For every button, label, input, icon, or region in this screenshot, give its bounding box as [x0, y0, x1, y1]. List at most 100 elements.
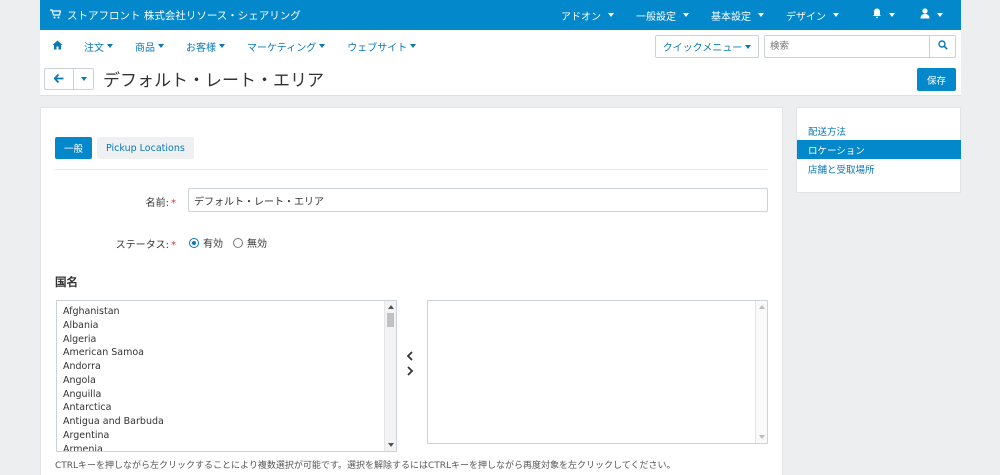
- search-input[interactable]: [765, 36, 930, 57]
- caret-down-icon: [219, 44, 225, 48]
- menu-design-label: デザイン: [786, 11, 826, 23]
- list-item[interactable]: Algeria: [63, 333, 164, 347]
- caret-down-icon: [608, 13, 614, 17]
- user-menu[interactable]: [906, 0, 961, 30]
- side-item-locations[interactable]: ロケーション: [797, 140, 961, 159]
- list-item[interactable]: Antarctica: [63, 401, 164, 415]
- name-label-text: 名前:: [145, 198, 169, 209]
- menu-general-settings-label: 一般設定: [636, 11, 676, 23]
- storefront-link[interactable]: ストアフロント 株式会社リソース・シェアリング: [50, 0, 301, 30]
- caret-down-icon: [833, 13, 839, 17]
- caret-down-icon: [937, 13, 943, 17]
- search-icon: [937, 40, 948, 53]
- save-button[interactable]: 保存: [917, 68, 956, 91]
- page-header: 注文 商品 お客様 マーケティング ウェブサイト クイックメニュー デフォルト・…: [40, 30, 961, 96]
- caret-down-icon: [745, 44, 752, 49]
- nav-marketing-label: マーケティング: [247, 42, 317, 54]
- side-menu: 配送方法 ロケーション 店舗と受取場所: [796, 107, 961, 193]
- scroll-down-icon[interactable]: [388, 443, 394, 447]
- list-item[interactable]: Angola: [63, 374, 164, 388]
- quick-menu-label: クイックメニュー: [662, 43, 743, 54]
- list-item[interactable]: Albania: [63, 319, 164, 333]
- menu-basic-settings-label: 基本設定: [711, 11, 751, 23]
- tab-general[interactable]: 一般: [55, 137, 92, 159]
- nav-website-label: ウェブサイト: [347, 42, 408, 54]
- side-item-shipping-methods[interactable]: 配送方法: [808, 124, 846, 138]
- storefront-label: ストアフロント 株式会社リソース・シェアリング: [67, 9, 301, 22]
- main-nav: 注文 商品 お客様 マーケティング ウェブサイト: [40, 30, 427, 62]
- nav-orders[interactable]: 注文: [73, 39, 124, 54]
- back-button-group: [44, 68, 94, 90]
- main-panel: 一般 Pickup Locations 名前: * デフォルト・レート・エリア ス…: [40, 107, 783, 475]
- menu-addons[interactable]: アドオン: [550, 0, 625, 30]
- name-field-value: デフォルト・レート・エリア: [194, 196, 324, 208]
- radio-unchecked-icon: [233, 237, 243, 248]
- nav-customers[interactable]: お客様: [175, 39, 236, 54]
- caret-down-icon: [889, 13, 895, 17]
- back-button[interactable]: [45, 69, 74, 89]
- required-marker: *: [171, 240, 176, 251]
- tab-bar: 一般 Pickup Locations: [55, 137, 194, 159]
- nav-website[interactable]: ウェブサイト: [336, 39, 427, 54]
- nav-products-label: 商品: [135, 42, 155, 54]
- list-item[interactable]: American Samoa: [63, 346, 164, 360]
- status-active-radio[interactable]: 有効: [189, 235, 223, 250]
- status-inactive-radio[interactable]: 無効: [233, 235, 267, 250]
- status-inactive-label: 無効: [247, 239, 267, 250]
- search-button[interactable]: [929, 36, 955, 57]
- caret-down-icon: [158, 44, 164, 48]
- quick-menu-button[interactable]: クイックメニュー: [655, 35, 759, 58]
- status-label-text: ステータス:: [115, 240, 169, 251]
- cart-icon: [50, 8, 62, 22]
- move-left-icon[interactable]: [406, 351, 414, 363]
- side-item-stores-pickup[interactable]: 店舗と受取場所: [808, 162, 875, 176]
- menu-addons-label: アドオン: [561, 11, 601, 23]
- list-item[interactable]: Afghanistan: [63, 305, 164, 319]
- list-item[interactable]: Antigua and Barbuda: [63, 415, 164, 429]
- scroll-up-icon[interactable]: [759, 305, 765, 309]
- caret-down-icon: [410, 44, 417, 48]
- scroll-down-icon[interactable]: [759, 435, 765, 439]
- list-item[interactable]: Argentina: [63, 429, 164, 443]
- transfer-buttons: [406, 351, 414, 378]
- name-field[interactable]: デフォルト・レート・エリア: [188, 188, 768, 212]
- countries-heading: 国名: [55, 275, 78, 289]
- scrollbar-thumb[interactable]: [387, 313, 394, 327]
- status-active-label: 有効: [203, 239, 223, 250]
- caret-down-icon: [758, 13, 764, 17]
- back-dropdown-button[interactable]: [74, 69, 93, 89]
- list-scrollbar[interactable]: [384, 301, 396, 451]
- menu-general-settings[interactable]: 一般設定: [625, 0, 700, 30]
- page-title: デフォルト・レート・エリア: [103, 71, 324, 91]
- status-field-label: ステータス: *: [81, 236, 176, 251]
- multi-select-hint: CTRLキーを押しながら左クリックすることにより複数選択が可能です。選択を解除す…: [55, 461, 676, 471]
- name-field-label: 名前: *: [101, 194, 176, 209]
- tab-pickup-locations[interactable]: Pickup Locations: [97, 137, 194, 159]
- caret-down-icon: [80, 77, 87, 81]
- user-icon: [920, 8, 930, 22]
- move-right-icon[interactable]: [406, 366, 414, 378]
- caret-down-icon: [319, 44, 326, 48]
- menu-design[interactable]: デザイン: [775, 0, 850, 30]
- home-icon: [52, 40, 63, 53]
- status-radio-group: 有効 無効: [189, 235, 267, 250]
- list-item[interactable]: Armenia: [63, 443, 164, 452]
- notifications-menu[interactable]: [850, 0, 906, 30]
- nav-marketing[interactable]: マーケティング: [236, 39, 336, 54]
- nav-products[interactable]: 商品: [124, 39, 175, 54]
- caret-down-icon: [683, 13, 689, 17]
- bell-icon: [872, 8, 882, 22]
- caret-down-icon: [107, 44, 113, 48]
- list-scrollbar[interactable]: [755, 301, 767, 443]
- menu-basic-settings[interactable]: 基本設定: [700, 0, 775, 30]
- scroll-up-icon[interactable]: [388, 305, 394, 309]
- selected-countries-list[interactable]: [427, 300, 768, 444]
- nav-orders-label: 注文: [84, 42, 104, 54]
- nav-customers-label: お客様: [186, 42, 216, 54]
- list-item[interactable]: Andorra: [63, 360, 164, 374]
- available-countries-list[interactable]: Afghanistan Albania Algeria American Sam…: [56, 300, 397, 452]
- list-item[interactable]: Anguilla: [63, 388, 164, 402]
- home-link[interactable]: [50, 40, 73, 53]
- tab-divider: [55, 169, 768, 170]
- arrow-left-icon: [53, 72, 64, 86]
